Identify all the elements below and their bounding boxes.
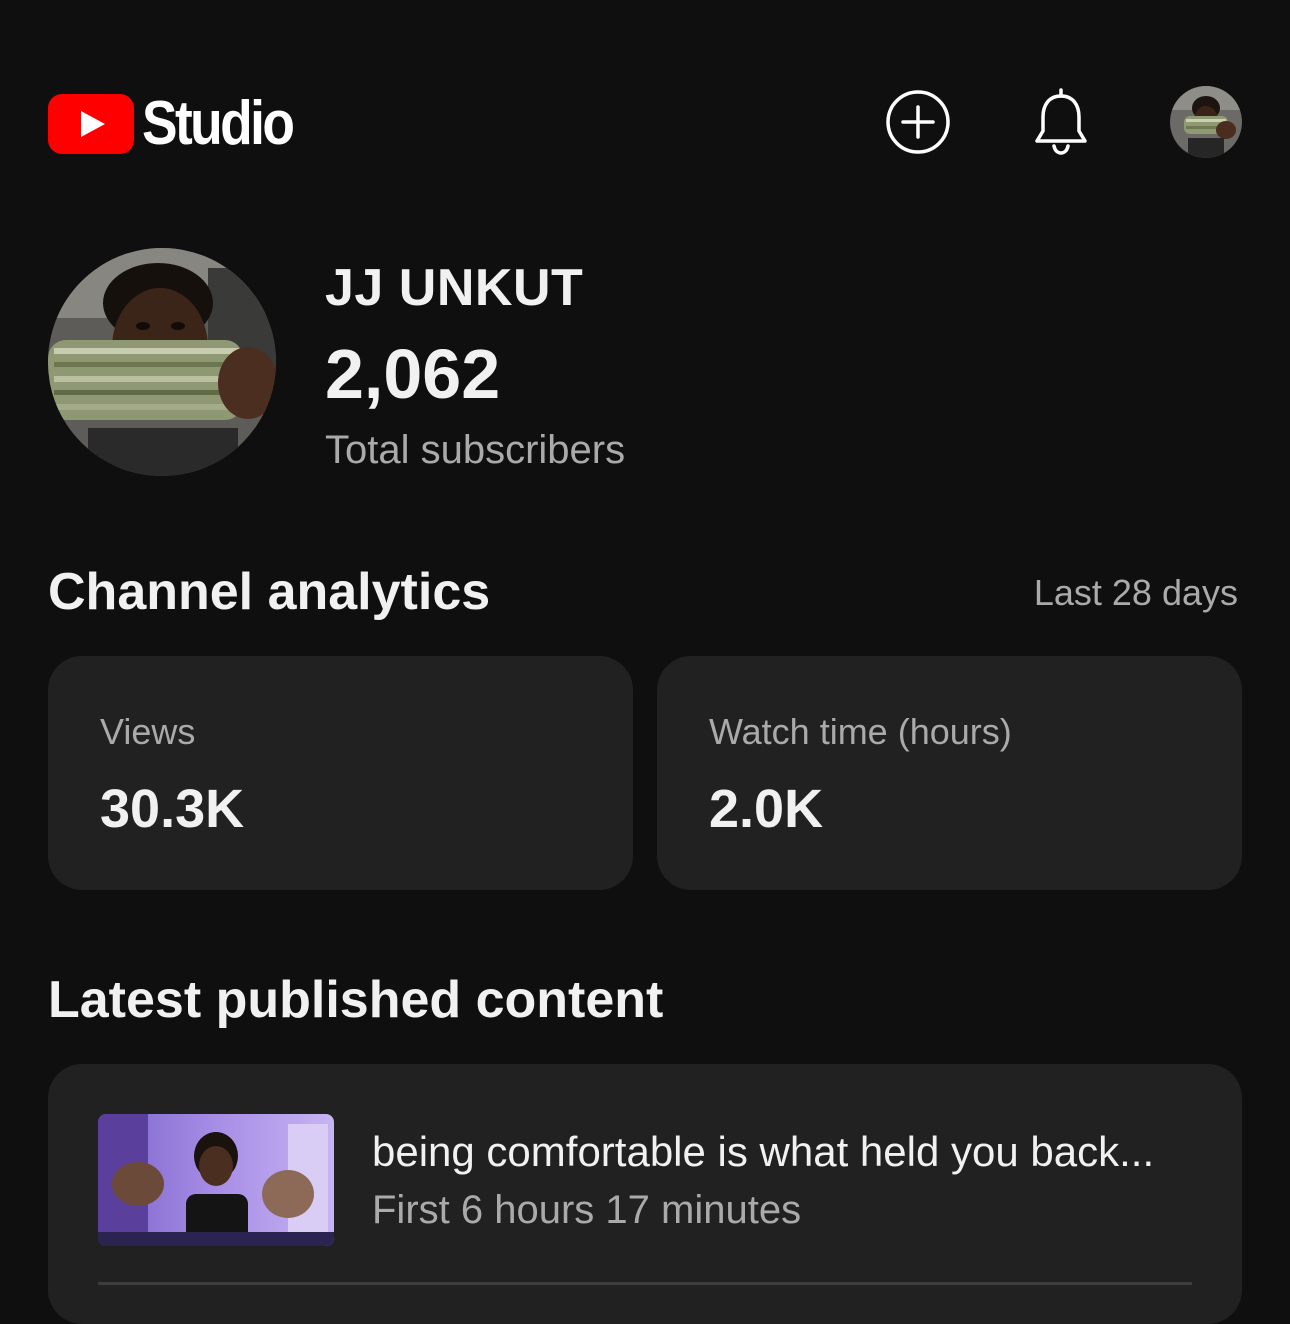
watch-time-label: Watch time (hours)	[709, 711, 1012, 752]
subscriber-count: 2,062	[325, 335, 501, 413]
views-label: Views	[100, 711, 196, 752]
bell-icon	[1035, 88, 1087, 155]
account-avatar	[1170, 86, 1242, 158]
analytics-section-title: Channel analytics	[48, 563, 491, 621]
channel-profile: JJ UNKUT 2,062 Total subscribers	[48, 248, 1242, 478]
create-icon	[886, 90, 950, 154]
watch-time-value: 2.0K	[709, 779, 824, 839]
app-header: Studio	[0, 0, 1290, 210]
subscriber-label: Total subscribers	[325, 428, 626, 472]
views-card[interactable]: Views 30.3K	[48, 656, 633, 890]
divider	[98, 1282, 1192, 1285]
channel-name: JJ UNKUT	[325, 259, 584, 317]
header-actions	[0, 86, 1290, 158]
video-title: being comfortable is what held you back.…	[372, 1128, 1155, 1175]
analytics-period[interactable]: Last 28 days	[1034, 572, 1238, 614]
latest-content-card: being comfortable is what held you back.…	[48, 1064, 1242, 1324]
notifications-button[interactable]	[1025, 86, 1097, 158]
latest-content-title: Latest published content	[48, 971, 664, 1029]
account-button[interactable]	[1170, 86, 1242, 158]
channel-avatar[interactable]	[48, 248, 276, 476]
views-value: 30.3K	[100, 779, 245, 839]
video-performance-period: First 6 hours 17 minutes	[372, 1188, 802, 1232]
video-thumbnail	[98, 1114, 334, 1246]
watch-time-card[interactable]: Watch time (hours) 2.0K	[657, 656, 1242, 890]
create-button[interactable]	[882, 86, 954, 158]
video-list-item[interactable]: being comfortable is what held you back.…	[98, 1114, 1192, 1248]
